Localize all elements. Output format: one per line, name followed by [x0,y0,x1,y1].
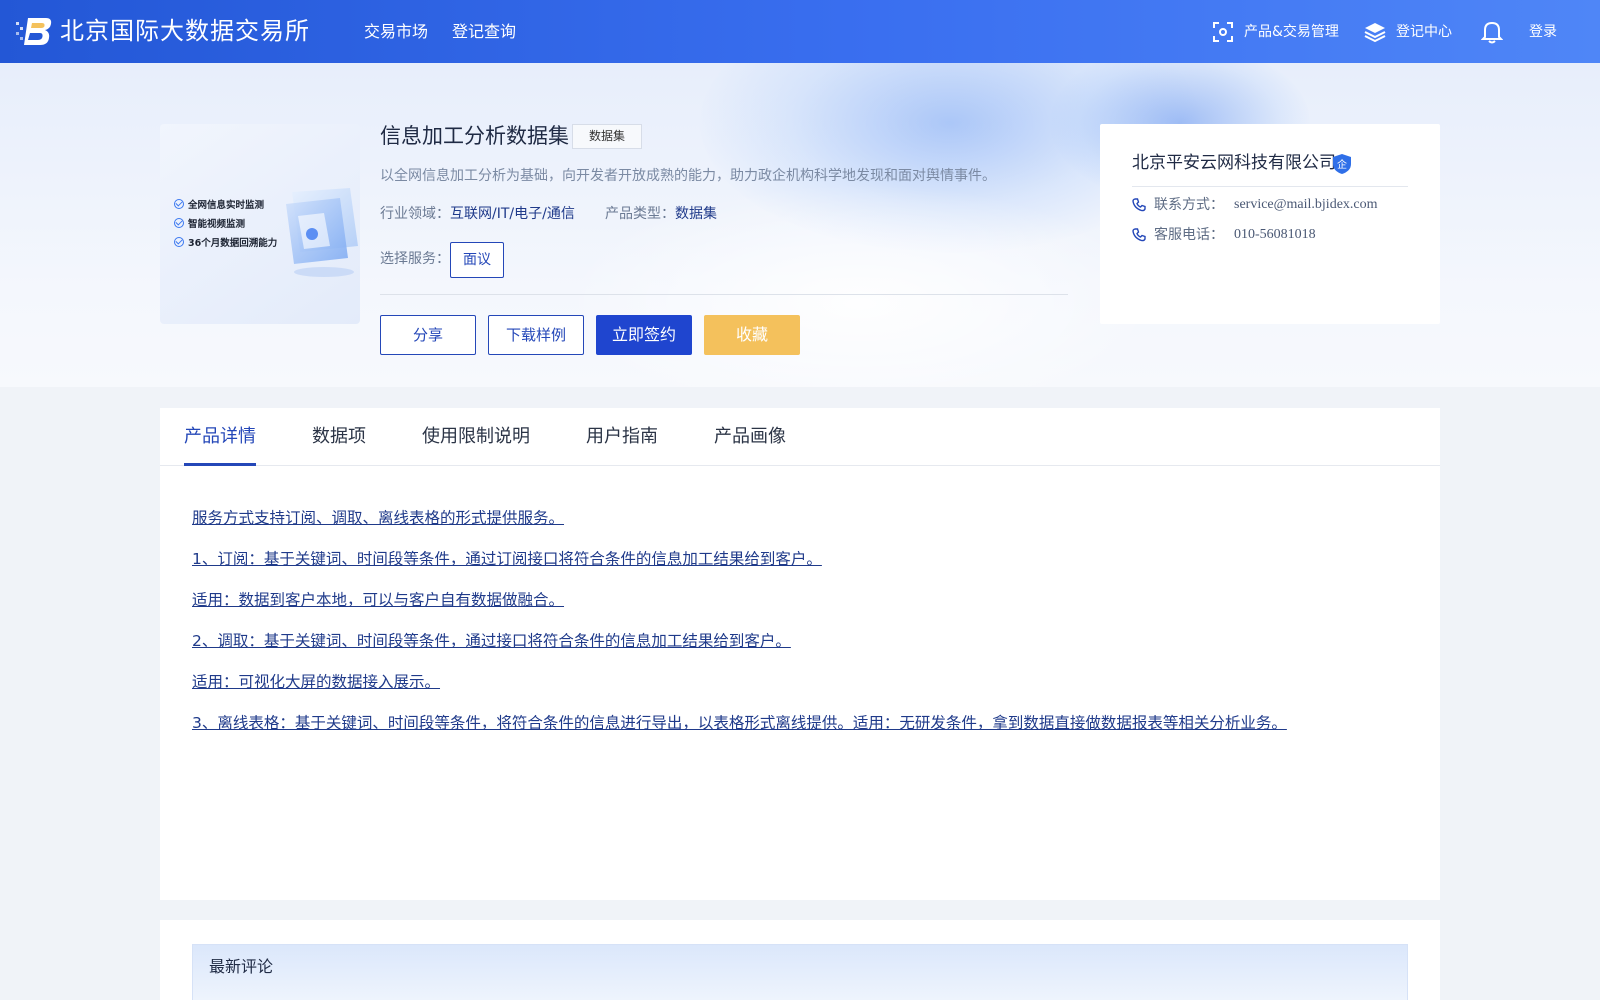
tab-product-details[interactable]: 产品详情 [184,424,256,450]
bjidex-logo-icon[interactable] [16,14,52,48]
tab-usage-restrictions[interactable]: 使用限制说明 [422,424,530,450]
tab-user-guide[interactable]: 用户指南 [586,424,658,450]
industry-field: 行业领域：互联网/IT/电子/通信 [380,203,575,225]
check-circle-icon [174,199,184,209]
register-center-label: 登记中心 [1396,24,1452,40]
product-type-tag: 数据集 [572,124,642,149]
top-navbar: 北京国际大数据交易所 交易市场 登记查询 产品&交易管理 登记中心 登录 [0,0,1600,63]
tab-product-profile[interactable]: 产品画像 [714,424,786,450]
check-circle-icon [174,218,184,228]
folder-illustration-icon [286,188,358,277]
product-type-label: 产品类型： [605,206,675,222]
product-image: 全网信息实时监测 智能视频监测 36个月数据回溯能力 [160,124,360,324]
product-trade-management-link[interactable]: 产品&交易管理 [1212,18,1339,46]
detail-paragraph[interactable]: 2、调取：基于关键词、时间段等条件，通过接口将符合条件的信息加工结果给到客户。 [192,629,791,653]
login-link[interactable]: 登录 [1529,18,1557,46]
comments-header: 最新评论 [192,944,1408,1000]
image-feature: 智能视频监测 [174,216,245,230]
divider [380,294,1068,295]
phone-icon [1132,198,1146,212]
sign-now-button[interactable]: 立即签约 [596,315,692,355]
industry-value: 互联网/IT/电子/通信 [450,206,575,222]
comments-title: 最新评论 [209,957,274,976]
product-type-field: 产品类型：数据集 [605,203,717,225]
share-button[interactable]: 分享 [380,315,476,355]
product-description: 以全网信息加工分析为基础，向开发者开放成熟的能力，助力政企机构科学地发现和面对舆… [380,168,996,184]
contact-label: 联系方式： [1154,197,1224,213]
detail-paragraph[interactable]: 服务方式支持订阅、调取、离线表格的形式提供服务。 [192,506,564,530]
enterprise-verified-badge-icon: 企 [1333,154,1351,174]
detail-paragraph[interactable]: 适用：数据到客户本地，可以与客户自有数据做融合。 [192,588,564,612]
site-title[interactable]: 北京国际大数据交易所 [60,14,310,48]
comments-panel: 最新评论 [160,920,1440,1000]
product-type-value: 数据集 [675,206,717,222]
download-sample-button[interactable]: 下载样例 [488,315,584,355]
detail-paragraph[interactable]: 3、离线表格：基于关键词、时间段等条件，将符合条件的信息进行导出，以表格形式离线… [192,711,1287,735]
layers-icon [1364,23,1386,43]
service-option-negotiable[interactable]: 面议 [450,242,504,278]
nav-registration-query[interactable]: 登记查询 [452,20,516,44]
detail-paragraph[interactable]: 适用：可视化大屏的数据接入展示。 [192,670,440,694]
active-tab-indicator [184,463,256,466]
tab-data-items[interactable]: 数据项 [312,424,366,450]
detail-paragraph[interactable]: 1、订阅：基于关键词、时间段等条件，通过订阅接口将符合条件的信息加工结果给到客户… [192,547,822,571]
bell-icon[interactable] [1481,20,1503,44]
favorite-button[interactable]: 收藏 [704,315,800,355]
image-feature: 36个月数据回溯能力 [174,235,277,249]
image-feature: 全网信息实时监测 [174,197,264,211]
company-card: 北京平安云网科技有限公司 企 联系方式： service@mail.bjidex… [1100,124,1440,324]
contact-row: 联系方式： service@mail.bjidex.com [1132,194,1378,216]
phone-value: 010-56081018 [1234,227,1316,242]
product-detail-panel: 产品详情 数据项 使用限制说明 用户指南 产品画像 服务方式支持订阅、调取、离线… [160,408,1440,900]
phone-icon [1132,228,1146,242]
industry-label: 行业领域： [380,206,450,222]
phone-row: 客服电话： 010-56081018 [1132,224,1316,246]
product-trade-management-label: 产品&交易管理 [1244,24,1339,40]
svg-text:企: 企 [1337,158,1347,171]
product-title: 信息加工分析数据集 [380,124,569,148]
phone-label: 客服电话： [1154,227,1224,243]
contact-value: service@mail.bjidex.com [1234,197,1378,212]
tab-bar: 产品详情 数据项 使用限制说明 用户指南 产品画像 [160,408,1440,466]
scan-icon [1213,22,1233,42]
check-circle-icon [174,237,184,247]
nav-trading-market[interactable]: 交易市场 [364,20,428,44]
service-label: 选择服务： [380,251,450,267]
register-center-link[interactable]: 登记中心 [1364,18,1452,46]
divider [1132,186,1408,187]
company-name[interactable]: 北京平安云网科技有限公司 [1132,150,1336,176]
